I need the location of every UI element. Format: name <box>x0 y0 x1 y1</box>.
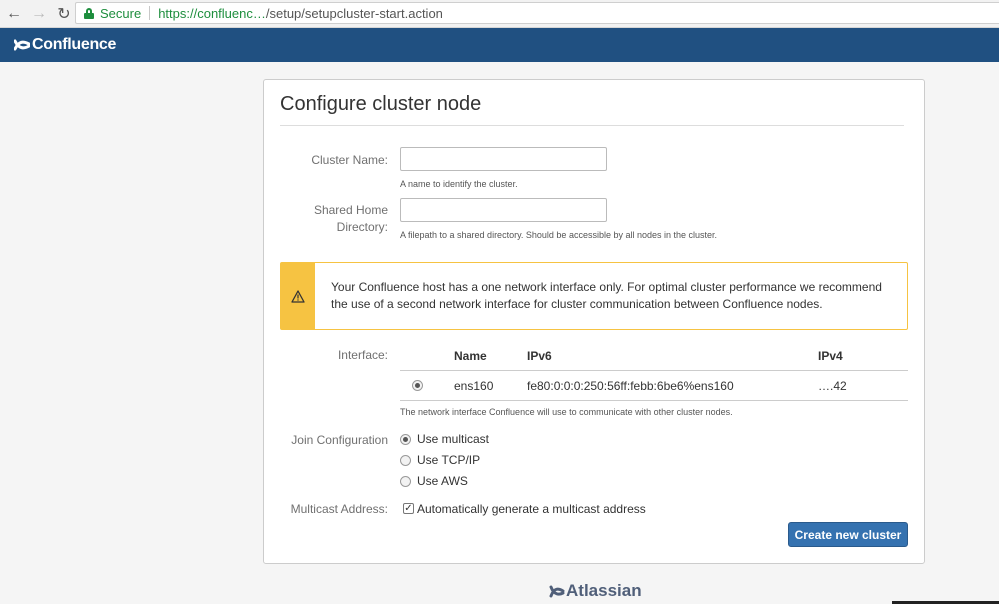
warning-message: Your Confluence host has a one network i… <box>331 280 882 311</box>
interface-ipv6-cell: fe80:0:0:0:250:56ff:febb:6be6%ens160 <box>527 379 734 393</box>
confluence-logo-text: Confluence <box>32 36 117 53</box>
confluence-logo[interactable]: Confluence <box>14 36 116 54</box>
multicast-address-label: Multicast Address: <box>290 502 388 516</box>
network-warning: Your Confluence host has a one network i… <box>280 262 908 330</box>
forward-arrow-icon[interactable]: → <box>28 3 50 25</box>
atlassian-logo-icon <box>549 585 565 598</box>
join-configuration-label: Join Configuration <box>291 433 388 447</box>
cluster-name-hint: A name to identify the cluster. <box>400 179 518 189</box>
column-header-ipv4: IPv4 <box>818 349 843 363</box>
address-bar[interactable]: Secure https://confluenc… /setup/setupcl… <box>75 2 999 24</box>
lock-icon <box>84 7 94 19</box>
warning-stripe <box>281 263 315 329</box>
shared-home-hint: A filepath to a shared directory. Should… <box>400 230 718 240</box>
interface-label: Interface: <box>337 348 388 362</box>
tcpip-radio[interactable] <box>400 455 411 466</box>
create-cluster-button[interactable]: Create new cluster <box>788 522 908 547</box>
interface-name-cell: ens160 <box>454 379 494 393</box>
aws-radio[interactable] <box>400 476 411 487</box>
interface-hint: The network interface Confluence will us… <box>400 407 733 417</box>
url-path: /setup/setupcluster-start.action <box>265 5 443 21</box>
confluence-logo-icon <box>14 39 30 51</box>
page-title: Configure cluster node <box>280 93 482 115</box>
auto-multicast-checkbox[interactable]: ✓ <box>403 503 414 514</box>
multicast-radio[interactable] <box>400 434 411 445</box>
aws-option-label[interactable]: Use AWS <box>417 474 468 488</box>
back-arrow-icon[interactable]: ← <box>3 3 25 25</box>
shared-home-input[interactable] <box>400 198 607 222</box>
column-header-ipv6: IPv6 <box>527 349 552 363</box>
multicast-option-label[interactable]: Use multicast <box>417 432 489 446</box>
cluster-name-label: Cluster Name: <box>311 153 388 167</box>
warning-icon <box>291 289 305 303</box>
reload-icon[interactable]: ↻ <box>53 3 75 25</box>
browser-toolbar: ← → ↻ Secure https://confluenc… /setup/s… <box>0 0 999 28</box>
app-header: Confluence <box>0 28 999 62</box>
interface-radio[interactable] <box>412 380 423 391</box>
title-divider <box>280 125 904 126</box>
tcpip-option-label[interactable]: Use TCP/IP <box>417 453 480 467</box>
auto-multicast-label[interactable]: Automatically generate a multicast addre… <box>417 502 646 516</box>
url-host: https://confluenc… <box>158 5 266 21</box>
cluster-name-input[interactable] <box>400 147 607 171</box>
shared-home-label: Shared Home Directory: <box>313 203 388 234</box>
interface-ipv4-cell: ….42 <box>818 379 847 393</box>
column-header-name: Name <box>454 349 487 363</box>
atlassian-logo-text: Atlassian <box>566 581 642 600</box>
table-row[interactable]: ens160 fe80:0:0:0:250:56ff:febb:6be6%ens… <box>400 370 908 401</box>
setup-panel: Configure cluster node Cluster Name: A n… <box>263 79 925 564</box>
atlassian-logo[interactable]: Atlassian <box>549 581 642 601</box>
address-separator <box>149 6 151 20</box>
secure-label: Secure <box>100 5 142 21</box>
